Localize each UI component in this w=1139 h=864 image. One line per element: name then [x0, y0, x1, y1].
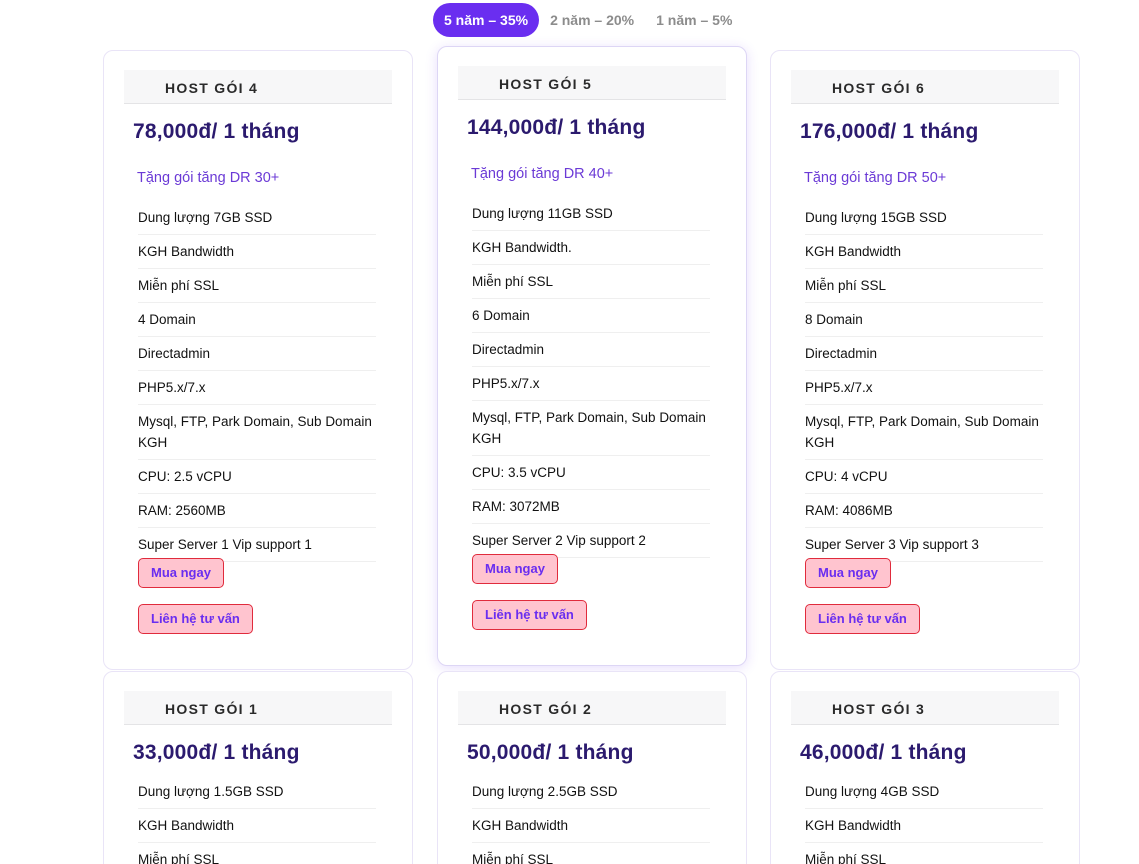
feature-item: Mysql, FTP, Park Domain, Sub Domain KGH: [472, 401, 710, 456]
buy-now-button[interactable]: Mua ngay: [472, 554, 558, 584]
plan-name: HOST GÓI 3: [832, 701, 926, 717]
feature-item: Super Server 1 Vip support 1: [138, 528, 376, 562]
feature-item: Mysql, FTP, Park Domain, Sub Domain KGH: [805, 405, 1043, 460]
buy-now-button[interactable]: Mua ngay: [805, 558, 891, 588]
feature-item: KGH Bandwidth: [805, 235, 1043, 269]
feature-list: Dung lượng 15GB SSD KGH Bandwidth Miễn p…: [805, 201, 1043, 562]
feature-item: KGH Bandwidth: [805, 809, 1043, 843]
plan-name: HOST GÓI 6: [832, 80, 926, 96]
feature-item: Dung lượng 15GB SSD: [805, 201, 1043, 235]
plan-name: HOST GÓI 5: [499, 76, 593, 92]
contact-consult-button[interactable]: Liên hệ tư vấn: [805, 604, 920, 634]
plan-header: HOST GÓI 6: [791, 70, 1059, 104]
feature-item: Directadmin: [138, 337, 376, 371]
contact-consult-button[interactable]: Liên hệ tư vấn: [472, 600, 587, 630]
plan-name: HOST GÓI 2: [499, 701, 593, 717]
feature-item: Super Server 2 Vip support 2: [472, 524, 710, 558]
plan-bonus: Tặng gói tăng DR 40+: [471, 166, 614, 182]
plan-price: 33,000đ/ 1 tháng: [133, 741, 300, 764]
tab-5-years[interactable]: 5 năm – 35%: [433, 3, 540, 37]
plan-header: HOST GÓI 2: [458, 691, 726, 725]
feature-item: PHP5.x/7.x: [138, 371, 376, 405]
plan-name: HOST GÓI 1: [165, 701, 259, 717]
plan-card-host-5: HOST GÓI 5 144,000đ/ 1 tháng Tặng gói tă…: [437, 46, 747, 666]
feature-item: PHP5.x/7.x: [805, 371, 1043, 405]
plan-bonus: Tặng gói tăng DR 50+: [804, 170, 947, 186]
feature-list: Dung lượng 7GB SSD KGH Bandwidth Miễn ph…: [138, 201, 376, 562]
feature-item: Miễn phí SSL: [472, 265, 710, 299]
plan-card-host-3: HOST GÓI 3 46,000đ/ 1 tháng Dung lượng 4…: [770, 671, 1080, 864]
feature-item: Directadmin: [472, 333, 710, 367]
feature-item: Miễn phí SSL: [472, 843, 710, 864]
feature-list: Dung lượng 11GB SSD KGH Bandwidth. Miễn …: [472, 197, 710, 558]
plan-header: HOST GÓI 5: [458, 66, 726, 100]
feature-item: PHP5.x/7.x: [472, 367, 710, 401]
feature-item: KGH Bandwidth: [138, 809, 376, 843]
feature-item: Miễn phí SSL: [138, 269, 376, 303]
plan-price: 78,000đ/ 1 tháng: [133, 120, 300, 143]
plan-card-host-4: HOST GÓI 4 78,000đ/ 1 tháng Tặng gói tăn…: [103, 50, 413, 670]
feature-item: Miễn phí SSL: [805, 843, 1043, 864]
feature-item: Dung lượng 4GB SSD: [805, 775, 1043, 809]
feature-list: Dung lượng 1.5GB SSD KGH Bandwidth Miễn …: [138, 775, 376, 864]
feature-item: CPU: 2.5 vCPU: [138, 460, 376, 494]
feature-item: CPU: 3.5 vCPU: [472, 456, 710, 490]
plan-price: 50,000đ/ 1 tháng: [467, 741, 634, 764]
feature-item: Directadmin: [805, 337, 1043, 371]
plan-header: HOST GÓI 4: [124, 70, 392, 104]
feature-item: Miễn phí SSL: [138, 843, 376, 864]
feature-item: KGH Bandwidth: [138, 235, 376, 269]
feature-item: KGH Bandwidth: [472, 809, 710, 843]
feature-item: 8 Domain: [805, 303, 1043, 337]
plan-header: HOST GÓI 1: [124, 691, 392, 725]
feature-item: KGH Bandwidth.: [472, 231, 710, 265]
buy-now-button[interactable]: Mua ngay: [138, 558, 224, 588]
feature-item: 6 Domain: [472, 299, 710, 333]
plan-name: HOST GÓI 4: [165, 80, 259, 96]
plan-card-host-2: HOST GÓI 2 50,000đ/ 1 tháng Dung lượng 2…: [437, 671, 747, 864]
feature-item: RAM: 2560MB: [138, 494, 376, 528]
plan-bonus: Tặng gói tăng DR 30+: [137, 170, 280, 186]
feature-item: Mysql, FTP, Park Domain, Sub Domain KGH: [138, 405, 376, 460]
tab-1-year[interactable]: 1 năm – 5%: [645, 3, 743, 37]
contact-consult-button[interactable]: Liên hệ tư vấn: [138, 604, 253, 634]
plan-card-host-1: HOST GÓI 1 33,000đ/ 1 tháng Dung lượng 1…: [103, 671, 413, 864]
feature-list: Dung lượng 4GB SSD KGH Bandwidth Miễn ph…: [805, 775, 1043, 864]
feature-item: Dung lượng 1.5GB SSD: [138, 775, 376, 809]
feature-item: 4 Domain: [138, 303, 376, 337]
plan-price: 46,000đ/ 1 tháng: [800, 741, 967, 764]
feature-item: Dung lượng 7GB SSD: [138, 201, 376, 235]
tab-2-years[interactable]: 2 năm – 20%: [539, 3, 645, 37]
feature-item: Dung lượng 11GB SSD: [472, 197, 710, 231]
feature-item: Dung lượng 2.5GB SSD: [472, 775, 710, 809]
feature-item: Super Server 3 Vip support 3: [805, 528, 1043, 562]
plan-price: 176,000đ/ 1 tháng: [800, 120, 979, 143]
duration-tabs: 5 năm – 35% 2 năm – 20% 1 năm – 5%: [433, 3, 743, 37]
feature-item: Miễn phí SSL: [805, 269, 1043, 303]
feature-item: CPU: 4 vCPU: [805, 460, 1043, 494]
plan-header: HOST GÓI 3: [791, 691, 1059, 725]
feature-item: RAM: 3072MB: [472, 490, 710, 524]
feature-list: Dung lượng 2.5GB SSD KGH Bandwidth Miễn …: [472, 775, 710, 864]
feature-item: RAM: 4086MB: [805, 494, 1043, 528]
plan-card-host-6: HOST GÓI 6 176,000đ/ 1 tháng Tặng gói tă…: [770, 50, 1080, 670]
plan-price: 144,000đ/ 1 tháng: [467, 116, 646, 139]
